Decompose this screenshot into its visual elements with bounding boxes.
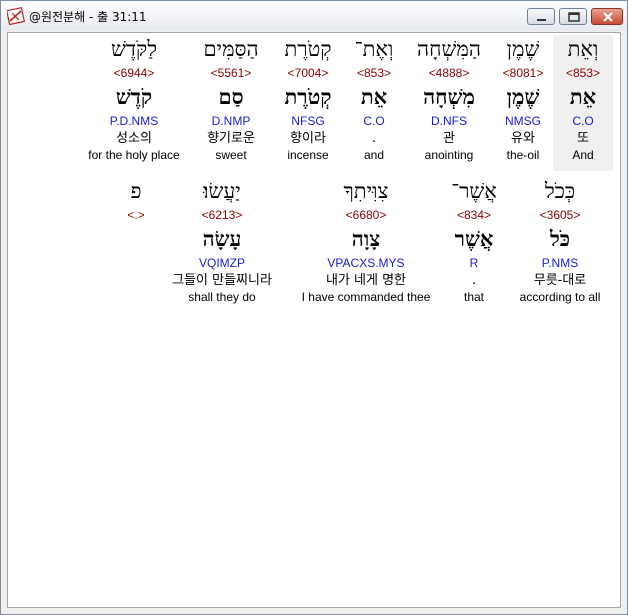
maximize-button[interactable] (559, 8, 587, 25)
english-gloss: the-oil (506, 148, 540, 162)
english-gloss: for the holy place (88, 148, 180, 162)
word-column[interactable]: אֲשֶׁר־ <834> אֲשֶׁר R . that (442, 177, 506, 306)
korean-gloss: 무릇-대로 (533, 273, 587, 288)
hebrew-word: שֶׁמֶן (506, 37, 540, 61)
hebrew-lemma: שֶׁמֶן (506, 84, 540, 109)
hebrew-word: וְאֵת (567, 37, 599, 61)
korean-gloss: 또 (577, 131, 589, 146)
word-column[interactable]: וְאֶת־ <853> אֵת C.O . and (345, 35, 403, 164)
hebrew-lemma: קֹדֶשׁ (115, 84, 153, 109)
hebrew-word: כְּכֹל (544, 179, 576, 203)
english-gloss: according to all (519, 290, 601, 304)
strong-number: <6944> (113, 66, 155, 80)
korean-gloss: 유와 (511, 131, 535, 146)
hebrew-lemma: קְטֹרֶת (284, 84, 332, 109)
english-gloss: And (572, 148, 594, 162)
app-window: @원전분해 - 출 31:11 וְאֵת <853> אֵת C.O 또 An… (0, 0, 628, 615)
word-column[interactable]: הַסַּמִּים <5561> סַם D.NMP 향기로운 sweet (191, 35, 271, 164)
hebrew-word: הַמִּשְׁחָה (417, 37, 481, 61)
strong-number: <.> (127, 208, 145, 222)
korean-gloss: 관 (443, 131, 455, 146)
morphology-code: NFSG (291, 114, 325, 128)
close-button[interactable] (591, 8, 623, 25)
title-bar[interactable]: @원전분해 - 출 31:11 (1, 1, 627, 31)
strong-number: <5561> (210, 66, 252, 80)
english-gloss: anointing (424, 148, 474, 162)
word-column[interactable]: הַמִּשְׁחָה <4888> מִשְׁחָה D.NFS 관 anoi… (407, 35, 491, 164)
korean-gloss: 향기로운 (207, 131, 255, 146)
word-column[interactable]: וְאֵת <853> אֵת C.O 또 And (553, 35, 613, 171)
hebrew-word: פ (130, 179, 142, 203)
hebrew-lemma: סַם (218, 84, 244, 109)
morphology-code: P.D.NMS (109, 114, 159, 128)
english-gloss: I have commanded thee (301, 290, 431, 304)
hebrew-word: צִוִּיתִךָ (343, 179, 389, 203)
morphology-code: D.NFS (431, 114, 467, 128)
word-column[interactable]: קְטֹרֶת <7004> קְטֹרֶת NFSG 향이라 incense (275, 35, 341, 164)
hebrew-lemma: כֹּל (549, 226, 571, 251)
word-column[interactable]: שֶׁמֶן <8081> שֶׁמֶן NMSG 유와 the-oil (495, 35, 551, 164)
morphology-code: VPACXS.MYS (327, 256, 405, 270)
close-icon (603, 12, 613, 22)
hebrew-word: קְטֹרֶת (284, 37, 332, 61)
hebrew-word: אֲשֶׁר־ (451, 179, 497, 203)
korean-gloss: 향이라 (290, 131, 326, 146)
hebrew-word: יַעֲשׂוּ׃ (203, 179, 241, 203)
word-column[interactable]: פ <.> (116, 177, 156, 224)
morphology-code: NMSG (505, 114, 541, 128)
strong-number: <834> (456, 208, 492, 222)
interlinear-content: וְאֵת <853> אֵת C.O 또 And שֶׁמֶן <8081> … (7, 32, 621, 608)
app-icon (7, 7, 25, 25)
hebrew-lemma: צָוָה (351, 226, 381, 251)
morphology-code: P.NMS (541, 256, 579, 270)
morphology-code: C.O (363, 114, 385, 128)
word-column[interactable]: צִוִּיתִךָ <6680> צָוָה VPACXS.MYS 내가 네게… (294, 177, 438, 306)
korean-gloss: 그들이 만들찌니라 (172, 273, 272, 288)
hebrew-lemma: מִשְׁחָה (423, 84, 475, 109)
hebrew-lemma: אֲשֶׁר (454, 226, 494, 251)
morphology-code: C.O (572, 114, 594, 128)
strong-number: <6213> (201, 208, 243, 222)
english-gloss: and (363, 148, 385, 162)
korean-gloss: . (371, 131, 377, 146)
english-gloss: incense (287, 148, 329, 162)
korean-gloss: 성소의 (116, 131, 152, 146)
strong-number: <853> (356, 66, 392, 80)
strong-number: <8081> (502, 66, 544, 80)
morphology-code: VQIMZP (198, 256, 245, 270)
strong-number: <3605> (539, 208, 581, 222)
word-column[interactable]: כְּכֹל <3605> כֹּל P.NMS 무릇-대로 according… (510, 177, 610, 306)
strong-number: <6680> (345, 208, 387, 222)
morphology-code: D.NMP (211, 114, 251, 128)
hebrew-word: לַקֹּדֶשׁ (110, 37, 158, 61)
hebrew-lemma: אֵת (569, 84, 597, 109)
window-title: @원전분해 - 출 31:11 (29, 10, 147, 24)
minimize-icon (537, 19, 546, 21)
hebrew-lemma: עָשָׂה (202, 226, 242, 251)
strong-number: <853> (565, 66, 601, 80)
word-column[interactable]: יַעֲשׂוּ׃ <6213> עָשָׂה VQIMZP 그들이 만들찌니라… (158, 177, 286, 306)
korean-gloss: 내가 네게 명한 (325, 273, 407, 288)
word-column[interactable]: לַקֹּדֶשׁ <6944> קֹדֶשׁ P.D.NMS 성소의 for … (80, 35, 188, 164)
english-gloss: that (463, 290, 484, 304)
hebrew-word: הַסַּמִּים (203, 37, 259, 61)
strong-number: <4888> (428, 66, 470, 80)
english-gloss: sweet (215, 148, 247, 162)
maximize-icon (568, 12, 580, 22)
korean-gloss: . (471, 273, 477, 288)
english-gloss: shall they do (188, 290, 256, 304)
hebrew-word: וְאֶת־ (354, 37, 394, 61)
minimize-button[interactable] (527, 8, 555, 25)
hebrew-lemma: אֵת (360, 84, 388, 109)
strong-number: <7004> (287, 66, 329, 80)
morphology-code: R (469, 256, 479, 270)
